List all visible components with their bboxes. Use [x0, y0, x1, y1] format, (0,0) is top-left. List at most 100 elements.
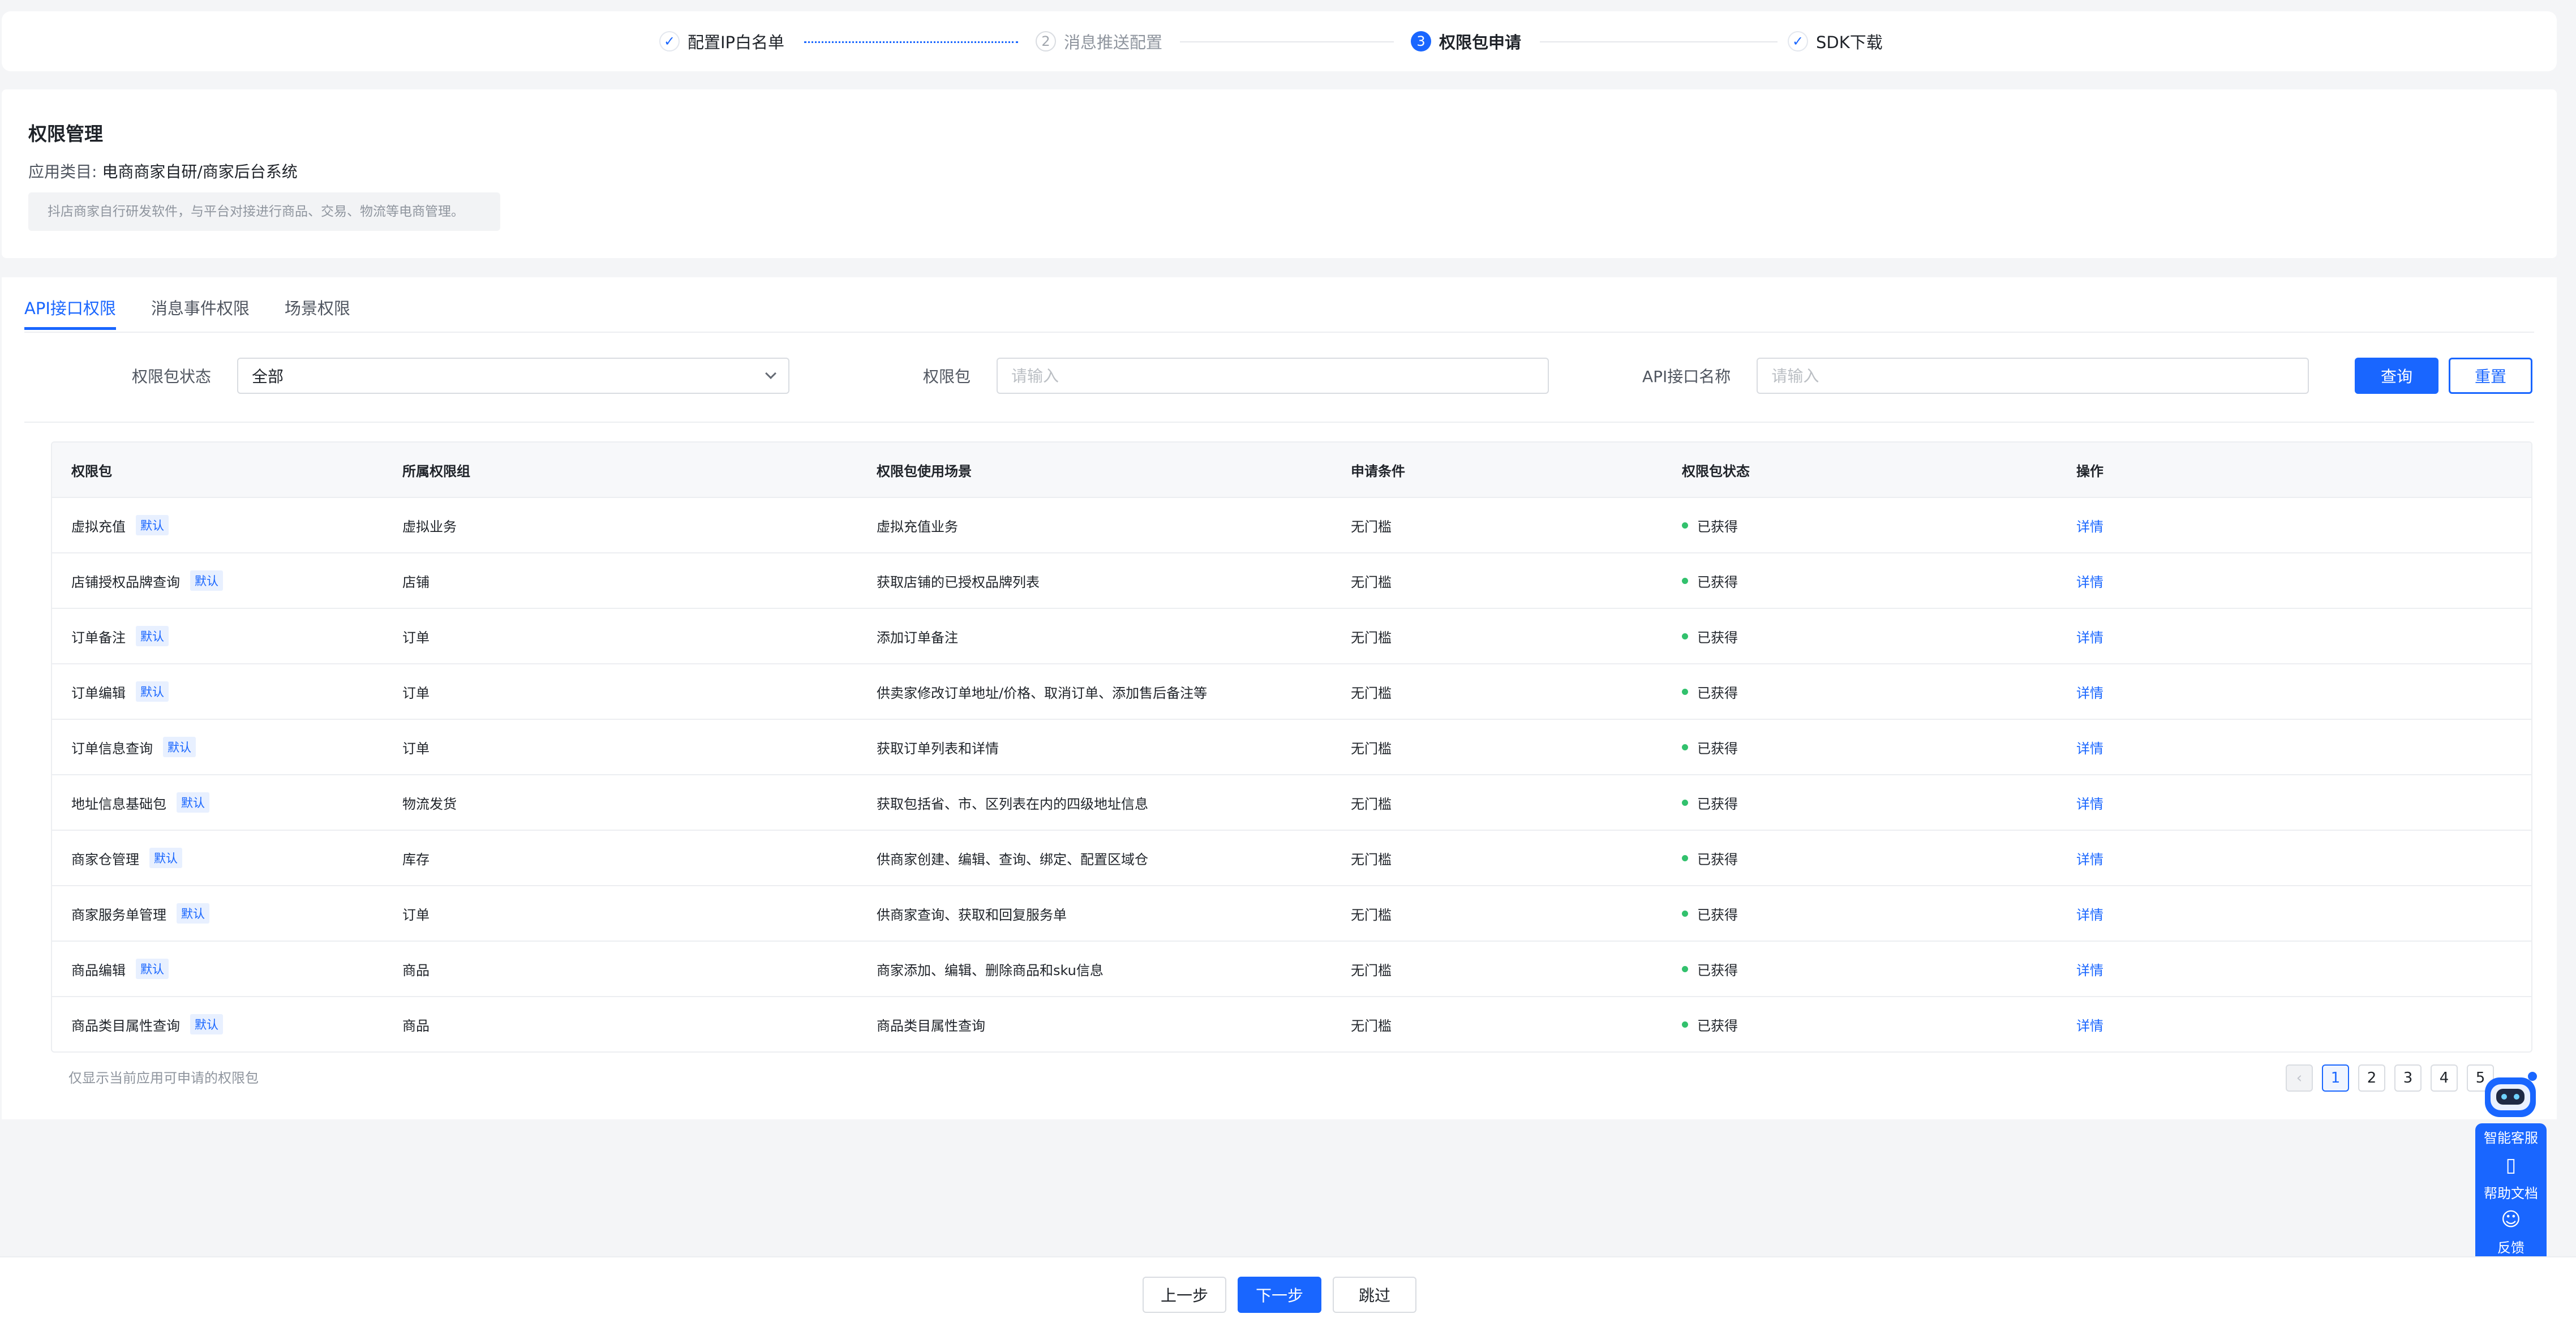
tab-scene[interactable]: 场景权限	[285, 277, 350, 332]
default-tag: 默认	[177, 792, 209, 813]
status-dot-icon	[1682, 1021, 1688, 1028]
scene-cell: 虚拟充值业务	[877, 518, 958, 535]
package-input[interactable]	[997, 358, 1549, 394]
status-text: 已获得	[1697, 518, 1738, 535]
tab-api[interactable]: API接口权限	[24, 277, 116, 332]
search-button[interactable]: 查询	[2355, 358, 2438, 394]
condition-cell: 无门槛	[1351, 518, 1392, 535]
detail-link[interactable]: 详情	[2076, 571, 2103, 591]
divider	[24, 422, 2534, 423]
condition-cell: 无门槛	[1351, 574, 1392, 590]
default-tag: 默认	[136, 626, 169, 646]
column-header: 权限包使用场景	[877, 463, 972, 479]
condition-cell: 无门槛	[1351, 1017, 1392, 1034]
status-text: 已获得	[1697, 1017, 1738, 1034]
page-3-button[interactable]: 3	[2394, 1064, 2422, 1092]
category-description: 抖店商家自行研发软件，与平台对接进行商品、交易、物流等电商管理。	[28, 192, 500, 231]
detail-link[interactable]: 详情	[2076, 737, 2103, 757]
prev-page-button[interactable]: ‹	[2286, 1064, 2313, 1092]
robot-assistant-icon[interactable]	[2480, 1070, 2540, 1122]
page-title: 权限管理	[28, 123, 103, 145]
category-value: 电商商家自研/商家后台系统	[102, 162, 298, 181]
status-filter-label: 权限包状态	[132, 367, 212, 386]
status-select[interactable]: 全部	[237, 358, 790, 394]
status-cell: 已获得	[1663, 626, 2057, 646]
table-header: 权限包 所属权限组 权限包使用场景 申请条件 权限包状态 操作	[52, 443, 2531, 497]
package-cell: 商家仓管理 默认	[52, 848, 383, 868]
package-name: 订单备注	[71, 629, 126, 646]
step-permission-apply[interactable]: 3 权限包申请	[1411, 11, 1521, 71]
next-step-button[interactable]: 下一步	[1238, 1277, 1321, 1313]
divider	[24, 332, 2534, 333]
group-cell: 虚拟业务	[402, 518, 457, 535]
scene-cell: 获取店铺的已授权品牌列表	[877, 574, 1040, 590]
step-label: 权限包申请	[1439, 33, 1522, 52]
package-cell: 订单编辑 默认	[52, 681, 383, 702]
group-cell: 订单	[402, 629, 430, 646]
reset-button[interactable]: 重置	[2449, 358, 2532, 394]
chevron-down-icon	[765, 368, 776, 379]
condition-cell: 无门槛	[1351, 962, 1392, 978]
scene-cell: 供商家创建、编辑、查询、绑定、配置区域仓	[877, 851, 1148, 868]
step-label: SDK下载	[1816, 33, 1883, 52]
scene-cell: 添加订单备注	[877, 629, 958, 646]
tabs: API接口权限 消息事件权限 场景权限	[24, 277, 385, 332]
condition-cell: 无门槛	[1351, 629, 1392, 646]
help-docs-button[interactable]: 帮助文档	[2475, 1182, 2547, 1202]
default-tag: 默认	[190, 1014, 223, 1034]
condition-cell: 无门槛	[1351, 796, 1392, 812]
page-2-button[interactable]: 2	[2358, 1064, 2385, 1092]
package-cell: 店铺授权品牌查询 默认	[52, 570, 383, 591]
detail-link[interactable]: 详情	[2076, 793, 2103, 813]
package-cell: 地址信息基础包 默认	[52, 792, 383, 813]
group-cell: 商品	[402, 1017, 430, 1034]
group-cell: 订单	[402, 685, 430, 701]
default-tag: 默认	[190, 570, 223, 591]
page-1-button[interactable]: 1	[2322, 1064, 2349, 1092]
status-text: 已获得	[1697, 685, 1738, 701]
prev-step-button[interactable]: 上一步	[1143, 1277, 1226, 1313]
column-header: 权限包	[71, 463, 112, 479]
detail-link[interactable]: 详情	[2076, 959, 2103, 979]
status-dot-icon	[1682, 799, 1688, 806]
package-name: 商家服务单管理	[71, 907, 166, 923]
condition-cell: 无门槛	[1351, 685, 1392, 701]
table-row: 虚拟充值 默认 虚拟业务 虚拟充值业务 无门槛 已获得 详情	[52, 497, 2531, 552]
permission-list-card: API接口权限 消息事件权限 场景权限 权限包状态 全部 权限包 API接口名称…	[2, 277, 2557, 1119]
package-name: 商家仓管理	[71, 851, 139, 868]
package-name: 地址信息基础包	[71, 796, 166, 812]
page-4-button[interactable]: 4	[2431, 1064, 2458, 1092]
step-message-push[interactable]: 2 消息推送配置	[1036, 11, 1162, 71]
status-cell: 已获得	[1663, 516, 2057, 535]
status-text: 已获得	[1697, 629, 1738, 646]
group-cell: 商品	[402, 962, 430, 978]
package-name: 虚拟充值	[71, 518, 126, 535]
feedback-button[interactable]: 反馈	[2475, 1236, 2547, 1256]
tab-message-events[interactable]: 消息事件权限	[151, 277, 250, 332]
detail-link[interactable]: 详情	[2076, 1015, 2103, 1034]
group-cell: 订单	[402, 740, 430, 757]
smart-service-button[interactable]: 智能客服	[2475, 1127, 2547, 1147]
action-cell: 详情	[2057, 848, 2531, 868]
step-sdk-download[interactable]: ✓ SDK下载	[1788, 11, 1883, 71]
api-name-input[interactable]	[1757, 358, 2309, 394]
detail-link[interactable]: 详情	[2076, 516, 2103, 535]
condition-cell: 无门槛	[1351, 740, 1392, 757]
action-cell: 详情	[2057, 793, 2531, 813]
status-dot-icon	[1682, 965, 1688, 972]
package-name: 订单编辑	[71, 685, 126, 701]
status-cell: 已获得	[1663, 682, 2057, 702]
detail-link[interactable]: 详情	[2076, 848, 2103, 868]
skip-button[interactable]: 跳过	[1333, 1277, 1416, 1313]
group-cell: 物流发货	[402, 796, 457, 812]
status-dot-icon	[1682, 688, 1688, 695]
status-cell: 已获得	[1663, 848, 2057, 868]
status-dot-icon	[1682, 633, 1688, 639]
detail-link[interactable]: 详情	[2076, 904, 2103, 924]
step-ip-whitelist[interactable]: ✓ 配置IP白名单	[659, 11, 784, 71]
default-tag: 默认	[177, 903, 209, 924]
detail-link[interactable]: 详情	[2076, 626, 2103, 646]
detail-link[interactable]: 详情	[2076, 682, 2103, 702]
group-cell: 库存	[402, 851, 430, 868]
condition-cell: 无门槛	[1351, 907, 1392, 923]
